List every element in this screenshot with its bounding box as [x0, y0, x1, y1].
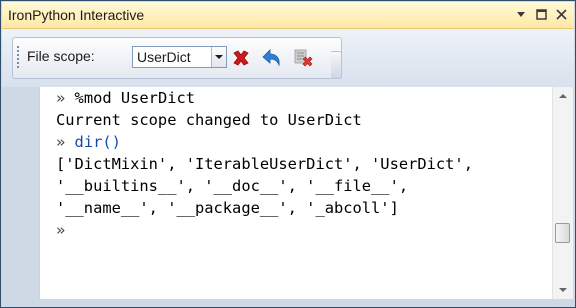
repl-line: Current scope changed to UserDict	[56, 109, 473, 131]
scroll-up-icon[interactable]	[553, 87, 573, 105]
repl-line: '__name__', '__package__', '_abcoll']	[56, 197, 473, 219]
window-title: IronPython Interactive	[8, 7, 145, 23]
scroll-down-icon[interactable]	[553, 281, 573, 299]
repl-line: » %mod UserDict	[56, 87, 473, 109]
repl-line: » dir()	[56, 131, 473, 153]
repl-prompt: »	[56, 133, 75, 151]
dropdown-icon[interactable]	[514, 5, 528, 23]
title-controls	[514, 5, 568, 23]
repl-line-text: %mod UserDict	[74, 89, 196, 107]
clear-button[interactable]	[291, 46, 315, 70]
window-bottom-border	[1, 299, 575, 307]
repl-line-text: dir()	[74, 133, 121, 151]
repl-line-text: '__name__', '__package__', '_abcoll']	[56, 199, 399, 217]
repl-line-text: ['DictMixin', 'IterableUserDict', 'UserD…	[56, 155, 473, 173]
clear-icon	[294, 49, 313, 67]
title-bar[interactable]: IronPython Interactive	[2, 2, 574, 29]
repl-prompt: »	[56, 221, 66, 239]
repl-line: »	[56, 219, 473, 241]
repl-line-text: '__builtins__', '__doc__', '__file__',	[56, 177, 409, 195]
ironpython-interactive-window: IronPython Interactive File scope: UserD…	[0, 0, 576, 308]
repl-prompt: »	[56, 89, 75, 107]
chevron-down-icon[interactable]	[211, 47, 226, 67]
toolbar-grip[interactable]	[17, 46, 20, 70]
maximize-icon[interactable]	[534, 5, 548, 23]
vertical-scrollbar[interactable]	[552, 87, 573, 299]
repl-output-area[interactable]: » %mod UserDict Current scope changed to …	[39, 87, 553, 299]
file-scope-label: File scope:	[27, 48, 95, 64]
repl-text: » %mod UserDict Current scope changed to …	[56, 87, 473, 241]
toolbar-overflow-button[interactable]	[331, 51, 342, 79]
repl-line-text: Current scope changed to UserDict	[56, 111, 362, 129]
repl-line: '__builtins__', '__doc__', '__file__',	[56, 175, 473, 197]
undo-arrow-icon	[262, 49, 280, 67]
file-scope-dropdown[interactable]: UserDict	[132, 46, 227, 68]
undo-button[interactable]	[259, 46, 283, 70]
file-scope-value: UserDict	[137, 49, 191, 65]
reset-scope-button[interactable]	[229, 46, 253, 70]
repl-line: ['DictMixin', 'IterableUserDict', 'UserD…	[56, 153, 473, 175]
toolbar-panel: File scope: UserDict	[12, 37, 342, 79]
scrollbar-thumb[interactable]	[555, 223, 570, 243]
red-x-icon	[233, 50, 249, 66]
toolbar: File scope: UserDict	[2, 29, 574, 87]
close-icon[interactable]	[554, 5, 568, 23]
